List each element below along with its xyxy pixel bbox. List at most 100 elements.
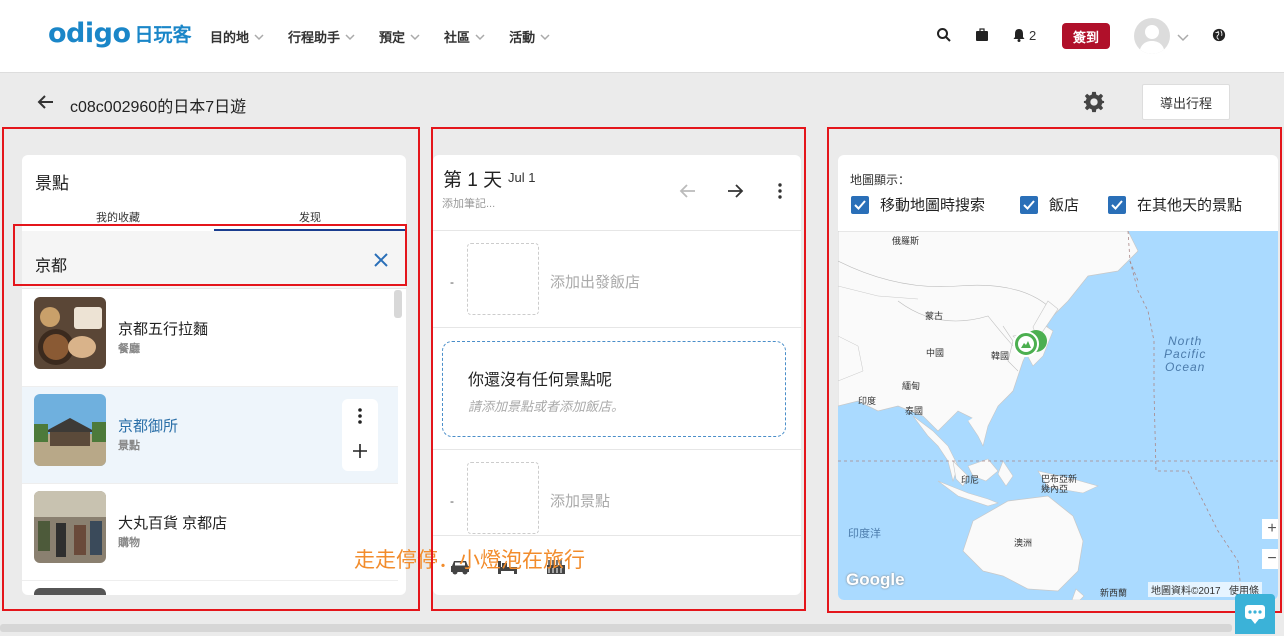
attribution-text: 地圖資料©2017 — [1151, 586, 1221, 597]
list-item[interactable]: 大丸百貨 京都店 購物 — [22, 484, 398, 581]
ocean-label: North Pacific Ocean — [1164, 335, 1206, 374]
checkbox-other-days[interactable]: 在其他天的景點 — [1108, 194, 1242, 215]
gear-icon[interactable] — [1083, 91, 1105, 113]
chat-button[interactable] — [1235, 594, 1275, 634]
checkbox-label: 移動地圖時搜索 — [880, 197, 986, 214]
map-place-label: 緬甸 — [902, 381, 921, 391]
day-plan-panel: 第 1 天 Jul 1 添加筆記... - 添加出發飯店 你還沒有任何景點呢 請… — [433, 155, 801, 595]
menu-label: 目的地 — [210, 30, 250, 45]
odigo-logo[interactable]: odigo 日玩客 — [48, 18, 192, 49]
horizontal-scrollbar[interactable] — [0, 624, 1232, 632]
map-place-label: 巴布亞新幾內亞 — [1041, 474, 1078, 494]
map-canvas[interactable]: 俄羅斯 蒙古 中國 韓國 印度 泰國 緬甸 印尼 巴布亞新幾內亞 澳洲 新西蘭 … — [838, 231, 1278, 600]
map-place-label: 新西蘭 — [1100, 588, 1128, 598]
tab-discover[interactable]: 发现 — [214, 209, 406, 231]
more-vertical-icon[interactable] — [354, 407, 366, 425]
result-type: 景點 — [118, 440, 140, 452]
menu-trip-planner[interactable]: 行程助手 — [288, 27, 355, 46]
chevron-down-icon — [254, 33, 264, 40]
day-date: Jul 1 — [508, 170, 536, 185]
checkbox-hotels[interactable]: 飯店 — [1020, 194, 1079, 215]
list-item[interactable] — [22, 581, 398, 595]
map-place-label: 中國 — [926, 348, 945, 358]
top-nav: odigo 日玩客 目的地 行程助手 預定 社區 活動 2 簽到 — [0, 0, 1284, 73]
map-land — [838, 231, 1278, 600]
watermark-text: 走走停停．小燈泡在旅行 — [354, 549, 585, 572]
chevron-down-icon — [345, 33, 355, 40]
logo-cn: 日玩客 — [134, 24, 192, 46]
menu-label: 預定 — [379, 30, 406, 45]
globe-icon[interactable] — [1212, 28, 1226, 42]
search-icon[interactable] — [936, 27, 952, 43]
main-menu: 目的地 行程助手 預定 社區 活動 — [210, 27, 574, 46]
export-itinerary-button[interactable]: 導出行程 — [1142, 84, 1230, 120]
signin-button[interactable]: 簽到 — [1062, 23, 1110, 49]
map-place-label: 俄羅斯 — [892, 236, 920, 246]
checkbox-label: 飯店 — [1049, 197, 1080, 214]
result-name[interactable]: 京都御所 — [118, 415, 178, 436]
checkmark-icon — [1108, 195, 1126, 214]
checkmark-icon — [1020, 195, 1038, 214]
chat-icon — [1245, 605, 1265, 624]
bell-icon[interactable] — [1011, 27, 1027, 43]
checkbox-label: 在其他天的景點 — [1137, 197, 1243, 214]
chevron-down-icon — [540, 33, 550, 40]
briefcase-icon[interactable] — [974, 27, 990, 43]
menu-label: 活動 — [509, 30, 536, 45]
search-value[interactable]: 京都 — [35, 252, 67, 276]
search-input[interactable]: 京都 — [22, 231, 406, 289]
panel-title: 景點 — [35, 174, 69, 193]
result-type: 餐廳 — [118, 343, 140, 355]
close-icon[interactable] — [372, 251, 390, 269]
chevron-down-icon[interactable] — [1177, 31, 1189, 43]
google-logo: Google — [846, 570, 905, 589]
map-display-label: 地圖顯示： — [850, 173, 911, 187]
chevron-down-icon — [410, 33, 420, 40]
list-item[interactable]: 京都御所 景點 — [22, 387, 398, 484]
attractions-panel: 景點 我的收藏 发现 京都 京都五行拉麵 餐廳 京都御所 景點 大丸百貨 京都店… — [22, 155, 406, 595]
menu-destinations[interactable]: 目的地 — [210, 27, 264, 46]
more-vertical-icon[interactable] — [777, 182, 783, 200]
trip-title: c08c002960的日本7日遊 — [70, 99, 247, 116]
tab-bar: 我的收藏 发现 — [22, 209, 406, 231]
trip-header: c08c002960的日本7日遊 導出行程 — [0, 74, 1284, 130]
slot-dash: - — [450, 275, 454, 289]
menu-community[interactable]: 社區 — [444, 27, 485, 46]
divider — [433, 535, 801, 536]
empty-title: 你還沒有任何景點呢 — [468, 372, 613, 389]
menu-label: 社區 — [444, 30, 471, 45]
results-scrollbar[interactable] — [394, 290, 402, 318]
next-day-arrow-icon[interactable] — [725, 181, 745, 201]
result-name[interactable]: 京都五行拉麵 — [118, 318, 208, 339]
result-name[interactable]: 大丸百貨 京都店 — [118, 512, 227, 533]
notification-count: 2 — [1029, 28, 1037, 43]
divider — [433, 327, 801, 328]
add-spot[interactable]: 添加景點 — [550, 490, 610, 511]
add-spot-slot[interactable]: - 添加景點 — [433, 450, 801, 546]
add-icon[interactable] — [352, 443, 368, 459]
add-start-hotel[interactable]: 添加出發飯店 — [550, 271, 640, 292]
add-note-field[interactable]: 添加筆記... — [442, 195, 495, 211]
ocean-label-line: Ocean — [1164, 360, 1206, 374]
empty-hint: 請添加景點或者添加飯店。 — [468, 399, 625, 414]
department-store-photo — [34, 491, 106, 563]
map-marker-cluster[interactable] — [1012, 328, 1052, 358]
day-title: 第 1 天 — [443, 170, 503, 191]
start-hotel-slot[interactable]: - 添加出發飯店 — [433, 231, 801, 327]
prev-day-arrow-icon[interactable] — [678, 181, 698, 201]
tab-favorites[interactable]: 我的收藏 — [22, 209, 214, 225]
avatar[interactable] — [1134, 18, 1170, 54]
zoom-out-button[interactable]: − — [1262, 549, 1278, 569]
map-place-label: 蒙古 — [925, 311, 944, 321]
checkbox-search-on-move[interactable]: 移動地圖時搜索 — [851, 194, 985, 215]
menu-booking[interactable]: 預定 — [379, 27, 420, 46]
result-type: 購物 — [118, 537, 140, 549]
map-place-label: 印度洋 — [848, 528, 881, 540]
next-result-photo — [34, 588, 106, 595]
slot-dash: - — [450, 494, 454, 508]
back-arrow-icon[interactable] — [36, 92, 56, 112]
list-item[interactable]: 京都五行拉麵 餐廳 — [22, 290, 398, 387]
zoom-in-button[interactable]: + — [1262, 519, 1278, 539]
menu-activities[interactable]: 活動 — [509, 27, 550, 46]
map-place-label: 印尼 — [961, 475, 980, 485]
